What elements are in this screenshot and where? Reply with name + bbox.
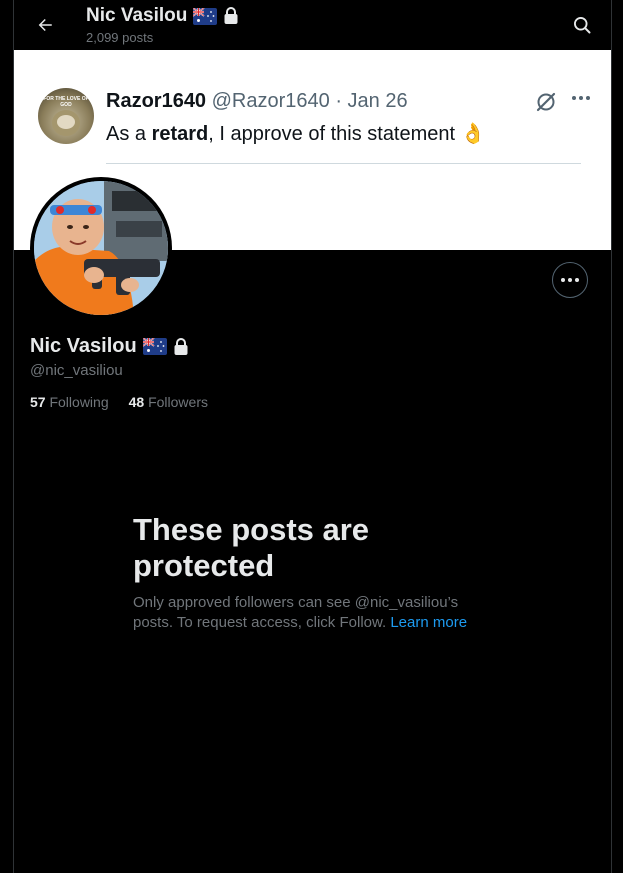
banner-text-pre: As a [106,123,152,145]
lock-icon [174,337,188,355]
banner-tweet-header: Razor1640 @Razor1640 · Jan 26 [106,90,408,113]
profile-handle: @nic_vasiliou [30,362,123,379]
right-border [611,0,612,873]
profile-avatar[interactable] [30,177,172,319]
following-label: Following [49,394,109,410]
banner-divider [106,163,581,164]
banner-tweet-text: As a retard, I approve of this statement… [106,121,486,146]
ok-hand-icon: 👌 [460,123,486,145]
following-count: 57 [30,394,46,410]
more-options-button[interactable] [552,262,588,298]
followers-count: 48 [128,394,145,410]
grok-icon [536,92,556,112]
banner-tweet-meta: @Razor1640 · Jan 26 [206,90,408,112]
back-button[interactable] [28,8,62,42]
banner-tweet-avatar: FOR THE LOVE OF GOD [38,88,94,144]
header-title: Nic Vasilou [86,5,188,26]
following-link[interactable]: 57 Following [30,394,109,410]
lock-icon [224,7,238,24]
banner-avatar-caption: FOR THE LOVE OF GOD [43,96,89,108]
more-icon [561,278,565,282]
australia-flag-icon [193,7,218,25]
profile-name-row: Nic Vasilou [30,335,189,358]
protected-title: These posts are protected [133,512,370,583]
banner-tweet-username: Razor1640 [106,90,207,112]
top-bar: Nic Vasilou 2,099 posts [14,0,611,50]
follow-stats: 57 Following 48 Followers [30,394,208,410]
profile-name: Nic Vasilou [30,335,137,357]
learn-more-link[interactable]: Learn more [390,614,467,631]
avatar-photo-drawing [34,181,168,315]
post-count: 2,099 posts [86,30,154,45]
followers-label: Followers [148,394,208,410]
banner-text-post: , I approve of this statement [208,123,461,145]
search-button[interactable] [565,8,599,42]
banner-more-icon [572,96,590,100]
arrow-left-icon [38,19,52,31]
protected-description: Only approved followers can see @nic_vas… [133,593,483,633]
avatar-photo [34,181,168,315]
australia-flag-icon [142,338,167,355]
search-icon [574,17,591,34]
header-title-row: Nic Vasilou [86,5,239,27]
header-title-block: Nic Vasilou 2,099 posts [86,5,239,45]
banner-text-bold: retard [151,123,209,145]
followers-link[interactable]: 48 Followers [129,394,208,410]
